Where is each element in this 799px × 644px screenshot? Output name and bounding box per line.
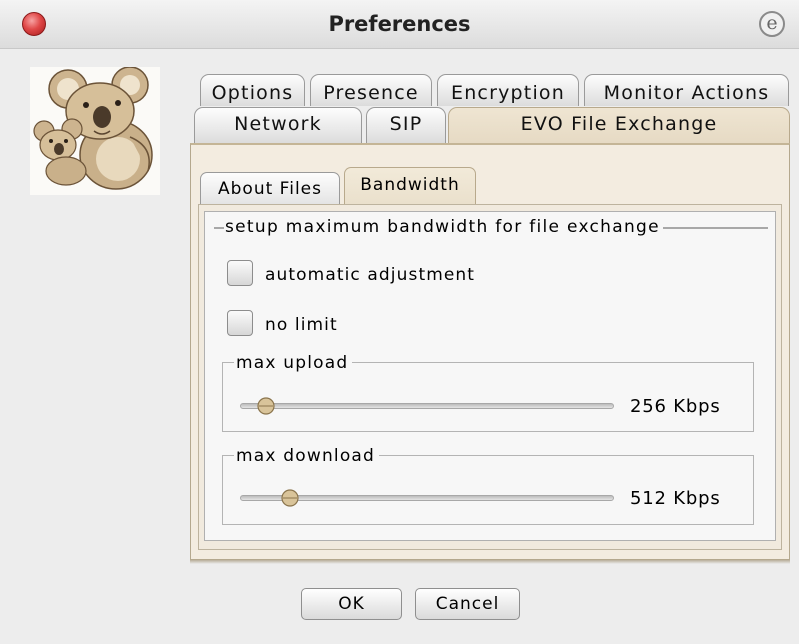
window-title: Preferences <box>328 12 471 36</box>
cancel-button[interactable]: Cancel <box>415 588 520 620</box>
max-upload-title: max upload <box>234 352 353 374</box>
no-limit-label: no limit <box>265 315 338 335</box>
max-upload-slider-track[interactable] <box>240 403 614 409</box>
max-download-title: max download <box>234 445 380 467</box>
title-bar: Preferences e <box>0 0 799 49</box>
subtab-bandwidth[interactable]: Bandwidth <box>344 167 476 204</box>
tab-encryption[interactable]: Encryption <box>437 74 579 106</box>
ok-button[interactable]: OK <box>301 588 402 620</box>
tab-evo-file-exchange[interactable]: EVO File Exchange <box>448 107 790 143</box>
max-upload-value: 256 Kbps <box>630 396 721 417</box>
tab-network[interactable]: Network <box>194 107 362 143</box>
tab-sip[interactable]: SIP <box>366 107 446 143</box>
max-download-slider-thumb[interactable] <box>281 489 299 507</box>
automatic-adjustment-checkbox[interactable] <box>227 260 253 286</box>
bandwidth-group-title: setup maximum bandwidth for file exchang… <box>224 215 663 239</box>
subtab-about-files[interactable]: About Files <box>200 172 340 204</box>
panel-shadow <box>190 560 790 564</box>
no-limit-checkbox[interactable] <box>227 310 253 336</box>
max-upload-slider-thumb[interactable] <box>257 397 275 415</box>
tab-monitor-actions[interactable]: Monitor Actions <box>584 74 789 106</box>
tab-options[interactable]: Options <box>200 74 305 106</box>
koala-icon <box>30 66 160 195</box>
automatic-adjustment-label: automatic adjustment <box>265 265 476 285</box>
max-download-value: 512 Kbps <box>630 488 721 509</box>
e-menu-icon[interactable]: e <box>759 11 785 37</box>
tab-presence[interactable]: Presence <box>310 74 432 106</box>
